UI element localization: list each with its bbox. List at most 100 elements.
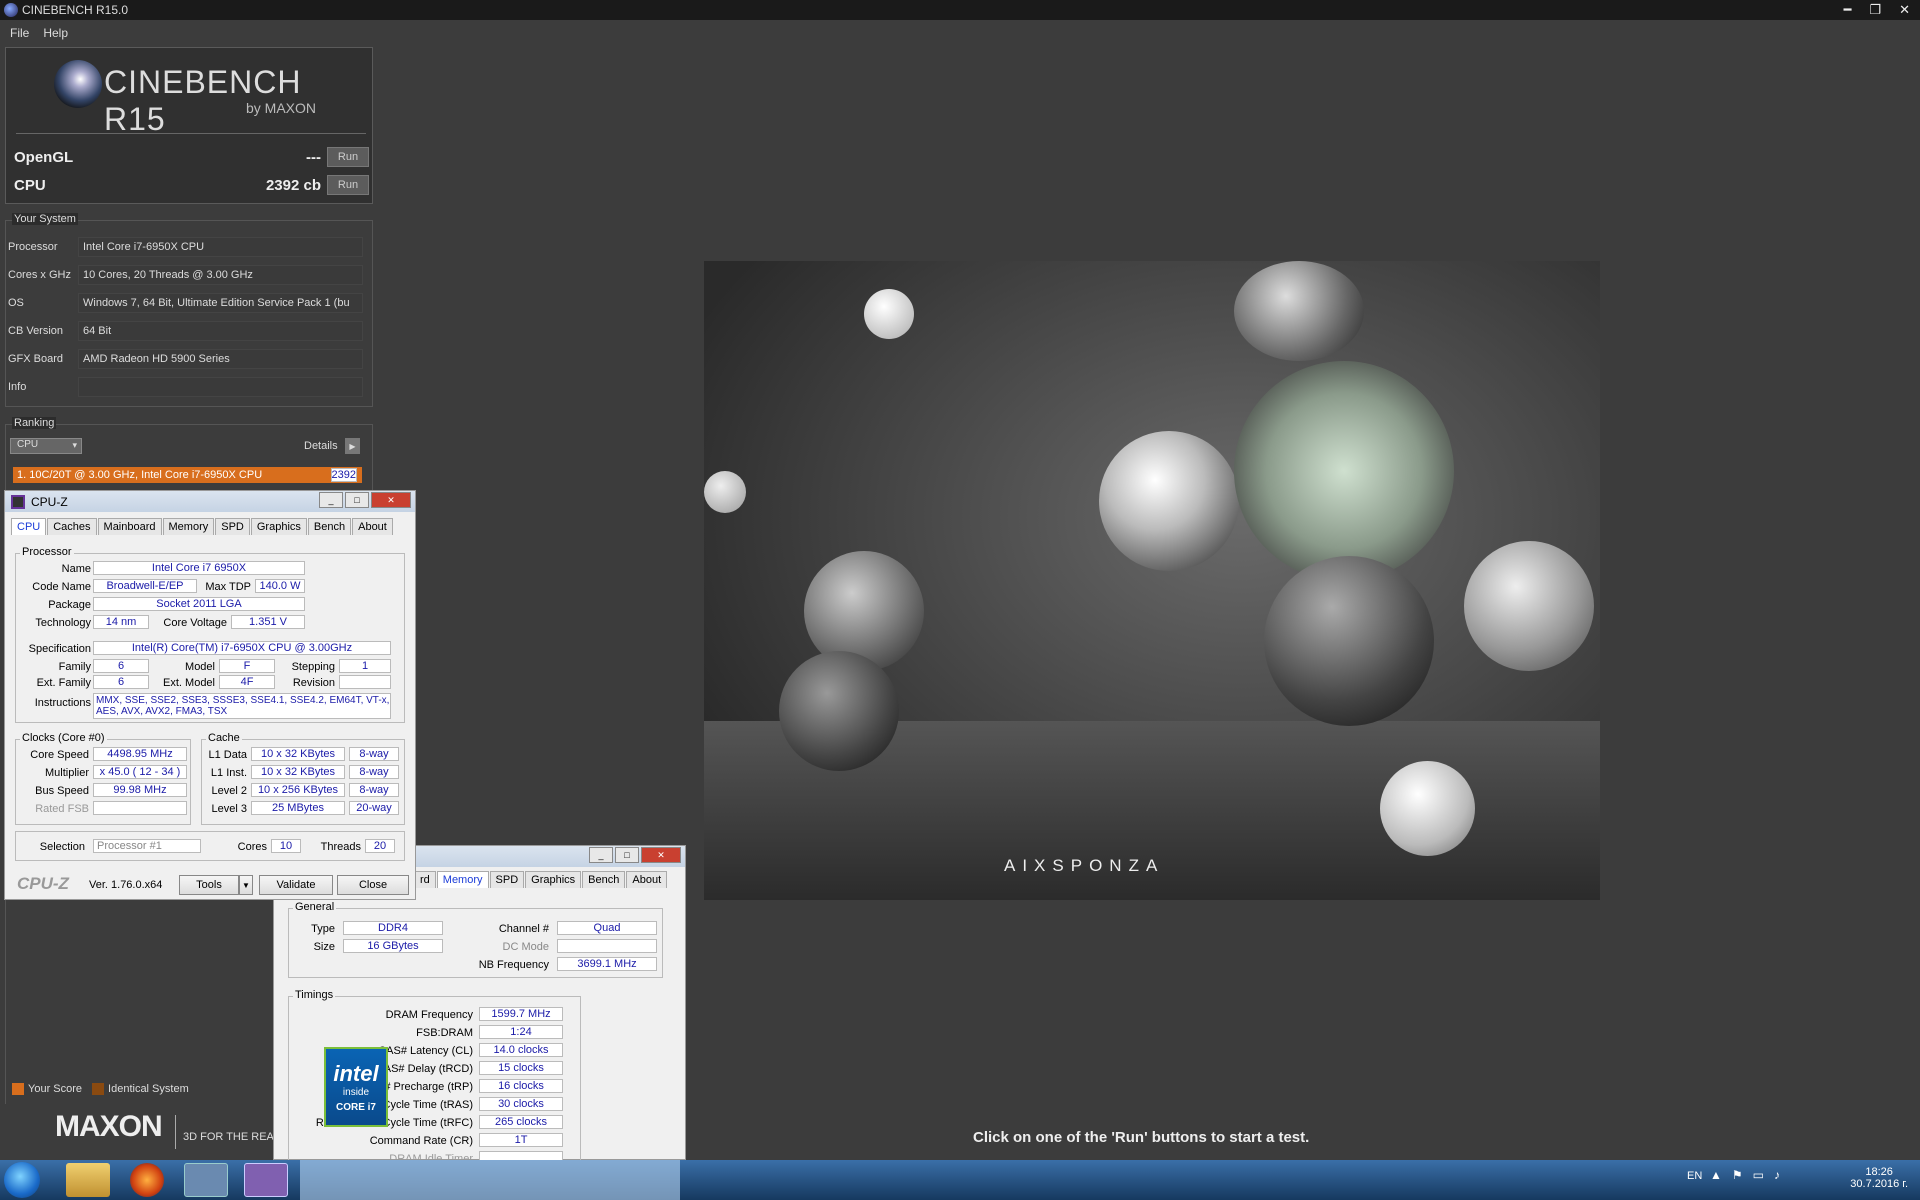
level3-value: 25 MBytes [251,801,345,815]
opengl-row: OpenGL --- Run [14,145,369,169]
run-hint: Click on one of the 'Run' buttons to sta… [973,1129,1310,1146]
legend-identical: Identical System [108,1083,189,1095]
language-indicator[interactable]: EN [1687,1170,1702,1182]
cpuz-cpu-window[interactable]: CPU-Z _ □ ✕ CPU Caches Mainboard Memory SPD G… [4,490,416,1127]
cpuz-taskbar-icon[interactable] [244,1163,288,1197]
l1-data-value: 10 x 32 KBytes [251,747,345,761]
name-label: Name [61,563,91,575]
group-title: General [293,901,337,913]
tray-icons[interactable]: ▲⚑▭♪ [1710,1168,1790,1182]
render-sphere [779,651,899,771]
close-button[interactable]: Close [337,875,409,895]
tab-bench[interactable]: Bench [307,518,352,535]
ext-family-value: 6 [93,675,149,689]
menu-help[interactable]: Help [43,26,68,40]
cores-label: Cores [237,841,267,853]
core-speed-value: 4498.95 MHz [93,747,187,761]
core-speed-label: Core Speed [30,749,89,761]
timing-value: 1:24 [479,1025,563,1039]
render-sphere [704,471,746,513]
details-arrow-icon[interactable]: ▶ [345,438,360,454]
system-row: Cores x GHz 10 Cores, 20 Threads @ 3.00 G… [8,264,363,286]
divider [175,1115,176,1149]
tools-button[interactable]: Tools [179,875,239,895]
close-button[interactable]: ✕ [641,847,681,863]
maximize-button[interactable]: □ [345,492,369,508]
cpuz-tabs: CPU Caches Mainboard Memory SPD Graphics Bench… [5,518,415,535]
minimize-button[interactable]: _ [319,492,343,508]
tab-spd[interactable]: SPD [489,871,525,888]
l1-inst-label: L1 Inst. [210,767,247,779]
instructions-value: MMX, SSE, SSE2, SSE3, SSSE3, SSE4.1, SSE… [93,693,391,719]
tab-about[interactable]: About [352,518,393,535]
model-value: F [219,659,275,673]
minimize-button[interactable]: ━ [1844,2,1852,18]
cinebench-taskbar-icon[interactable] [184,1163,228,1197]
system-value: Windows 7, 64 Bit, Ultimate Edition Serv… [78,293,363,313]
revision-value [339,675,391,689]
tab-caches[interactable]: Caches [47,518,97,535]
aixsponza-watermark: AIXSPONZA [1004,856,1165,875]
l1-data-assoc: 8-way [349,747,399,761]
tab-spd[interactable]: SPD [215,518,250,535]
validate-button[interactable]: Validate [259,875,333,895]
tools-dropdown-icon[interactable]: ▼ [239,875,253,895]
ranking-dropdown[interactable]: CPU [10,438,82,454]
system-value: Intel Core i7-6950X CPU [78,237,363,257]
system-value: 64 Bit [78,321,363,341]
cinebench-app-icon [4,3,18,17]
tab-graphics[interactable]: Graphics [250,518,307,535]
timing-value: 30 clocks [479,1097,563,1111]
type-label: Type [311,923,335,935]
ranking-entry-score: 2392 [330,468,357,482]
system-value: AMD Radeon HD 5900 Series [78,349,363,369]
close-button[interactable]: ✕ [371,492,411,508]
timing-label: DRAM Frequency [385,1009,473,1021]
tab-memory[interactable]: Memory [162,518,215,535]
opengl-run-button[interactable]: Run [327,147,369,167]
system-row: CB Version 64 Bit [8,320,363,342]
stepping-label: Stepping [291,661,335,673]
intel-core-i7-logo: intel inside CORE i7 [324,1047,388,1127]
minimize-button[interactable]: _ [589,847,613,863]
close-button[interactable]: ✕ [1899,2,1910,18]
size-label: Size [313,941,335,953]
cpu-run-button[interactable]: Run [327,175,369,195]
opengl-label: OpenGL [14,148,74,166]
render-sphere [1380,761,1475,856]
tab-cpu[interactable]: CPU [11,518,47,535]
package-value: Socket 2011 LGA [93,597,305,611]
timing-label: FSB:DRAM [416,1027,473,1039]
tab-about[interactable]: About [626,871,668,888]
start-button-icon[interactable] [4,1162,40,1198]
timing-value: 16 clocks [479,1079,563,1093]
tab-bench[interactable]: Bench [582,871,626,888]
timing-label: Command Rate (CR) [369,1135,473,1147]
logo-title: CINEBENCH R15 [104,64,302,137]
explorer-taskbar-icon[interactable] [66,1163,110,1197]
bus-speed-value: 99.98 MHz [93,783,187,797]
level2-assoc: 8-way [349,783,399,797]
clock[interactable]: 18:26 30.7.2016 г. [1850,1166,1908,1190]
intel-core: CORE i7 [335,1102,376,1113]
selection-label: Selection [39,841,85,853]
menu-file[interactable]: File [10,26,29,40]
channel-value: Quad [557,921,657,935]
level2-label: Level 2 [211,785,247,797]
ext-model-label: Ext. Model [163,677,215,689]
details-label[interactable]: Details [304,440,338,452]
ranking-entry[interactable]: 1. 10C/20T @ 3.00 GHz, Intel Core i7-695… [13,467,362,483]
tab-mainboard[interactable]: Mainboard [97,518,162,535]
firefox-taskbar-icon[interactable] [130,1163,164,1197]
clock-date: 30.7.2016 г. [1850,1178,1908,1190]
tab-mainboard[interactable]: rd [414,871,436,888]
dc-mode-label: DC Mode [502,941,549,953]
processor-select[interactable]: Processor #1 [93,839,201,853]
tab-memory[interactable]: Memory [436,871,489,888]
technology-value: 14 nm [93,615,149,629]
group-title: Cache [206,732,242,744]
tab-graphics[interactable]: Graphics [525,871,582,888]
maximize-button[interactable]: □ [615,847,639,863]
taskbar [0,1160,1920,1200]
maximize-button[interactable]: ❐ [1869,2,1881,18]
